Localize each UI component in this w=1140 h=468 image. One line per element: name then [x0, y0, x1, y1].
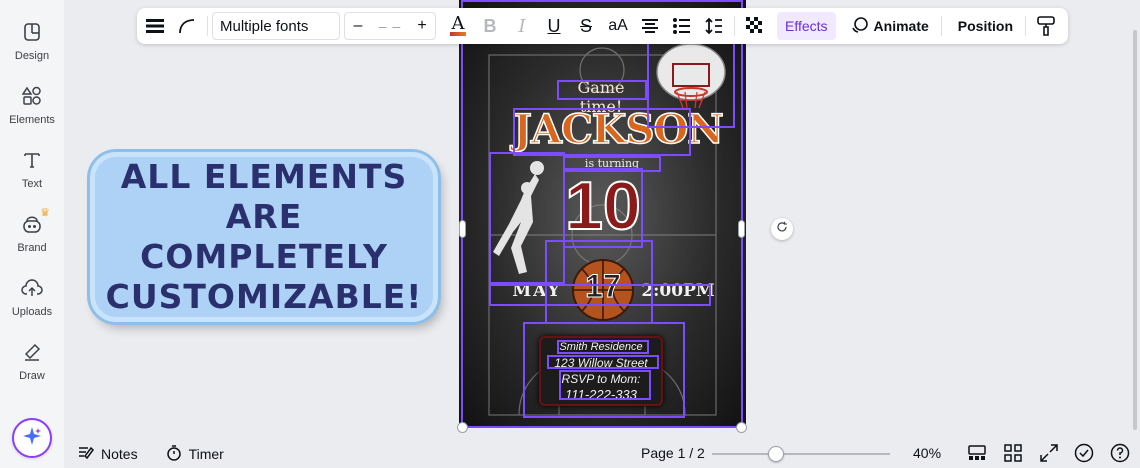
align-center-icon[interactable]: [634, 10, 666, 42]
left-sidebar: Design Elements Text ♛ Brand Uploads Dra…: [0, 0, 64, 468]
font-size-increase-button[interactable]: +: [409, 17, 435, 35]
sidebar-item-uploads[interactable]: Uploads: [0, 276, 64, 318]
bottom-bar: Notes Timer Page 1 / 2 40%: [64, 440, 1140, 468]
line-spacing-icon[interactable]: [698, 10, 730, 42]
font-size-decrease-button[interactable]: –: [345, 17, 371, 35]
timer-icon: [166, 444, 182, 464]
sidebar-item-elements[interactable]: Elements: [0, 84, 64, 126]
letter-case-icon[interactable]: aA: [602, 10, 634, 42]
copy-style-icon[interactable]: [1030, 10, 1062, 42]
sidebar-item-label: Draw: [19, 370, 45, 382]
rotate-button[interactable]: [771, 218, 793, 240]
fullscreen-icon[interactable]: [1040, 444, 1058, 465]
elements-icon: [20, 84, 44, 108]
curve-icon[interactable]: [171, 10, 203, 42]
customizable-callout: ALL ELEMENTS ARE COMPLETELY CUSTOMIZABLE…: [90, 152, 438, 322]
timer-button[interactable]: Timer: [166, 444, 224, 464]
sparkle-icon: [22, 426, 42, 451]
sidebar-item-brand[interactable]: ♛ Brand: [0, 207, 64, 254]
sidebar-item-label: Uploads: [11, 306, 53, 318]
notes-label: Notes: [101, 446, 138, 462]
bold-icon[interactable]: B: [474, 10, 506, 42]
notes-icon: [78, 446, 94, 463]
check-icon[interactable]: [1074, 443, 1094, 466]
sidebar-item-label: Elements: [9, 114, 55, 126]
zoom-slider[interactable]: [712, 446, 890, 462]
design-page[interactable]: Game time! JACKSON is turning 10 MAY 17 …: [459, 0, 746, 428]
strikethrough-icon[interactable]: S: [570, 10, 602, 42]
underline-icon[interactable]: U: [538, 10, 570, 42]
sidebar-item-design[interactable]: Design: [0, 20, 64, 62]
callout-text: ALL ELEMENTS ARE COMPLETELY CUSTOMIZABLE…: [105, 157, 423, 316]
help-icon[interactable]: [1110, 443, 1130, 466]
uploads-icon: [20, 276, 44, 300]
pages-view-icon[interactable]: [968, 444, 986, 465]
selection-outline: [545, 240, 653, 324]
toolbar-divider: [940, 16, 942, 36]
animate-label: Animate: [873, 18, 929, 34]
vertical-scrollbar[interactable]: [1130, 30, 1140, 430]
zoom-slider-handle[interactable]: [768, 446, 784, 462]
text-toolbar: Multiple fonts – – – + A B I U S aA Effe…: [137, 8, 1068, 44]
sidebar-item-label: Design: [14, 50, 50, 62]
draw-icon: [20, 340, 44, 364]
grid-view-icon[interactable]: [1004, 444, 1022, 465]
sidebar-item-draw[interactable]: Draw: [0, 340, 64, 382]
selection-outline: [559, 370, 651, 400]
selection-outline: [557, 80, 647, 100]
menu-icon[interactable]: [139, 10, 171, 42]
animate-icon: [850, 16, 868, 37]
selection-outline: [563, 168, 643, 248]
magic-assistant-button[interactable]: [12, 418, 52, 458]
font-size-stepper: – – – +: [344, 12, 436, 40]
resize-handle-left[interactable]: [459, 220, 466, 238]
zoom-level[interactable]: 40%: [913, 445, 941, 461]
selection-outline: [513, 108, 691, 156]
resize-handle-bottom-left[interactable]: [457, 422, 468, 433]
design-icon: [20, 20, 44, 44]
transparency-icon[interactable]: [739, 10, 771, 42]
toolbar-divider: [734, 16, 735, 36]
selection-outline: [557, 340, 649, 354]
rotate-icon: [776, 220, 788, 238]
selection-outline: [547, 355, 659, 369]
timer-label: Timer: [188, 446, 224, 462]
crown-icon: ♛: [40, 207, 50, 219]
notes-button[interactable]: Notes: [78, 446, 138, 463]
selection-outline: [489, 284, 711, 306]
toolbar-divider: [207, 16, 208, 36]
page-indicator[interactable]: Page 1 / 2: [641, 445, 705, 461]
font-selector[interactable]: Multiple fonts: [212, 12, 340, 40]
resize-handle-right[interactable]: [738, 220, 745, 238]
effects-button[interactable]: Effects: [777, 12, 836, 40]
brand-icon: ♛: [20, 207, 50, 236]
sidebar-item-label: Text: [21, 178, 43, 190]
bullet-list-icon[interactable]: [666, 10, 698, 42]
resize-handle-bottom-right[interactable]: [736, 422, 747, 433]
font-name: Multiple fonts: [220, 17, 309, 35]
animate-button[interactable]: Animate: [842, 12, 937, 40]
position-button[interactable]: Position: [950, 12, 1021, 40]
sidebar-item-label: Brand: [17, 242, 47, 254]
italic-icon[interactable]: I: [506, 10, 538, 42]
toolbar-divider: [1025, 16, 1027, 36]
font-size-input[interactable]: – –: [371, 18, 409, 34]
text-icon: [20, 148, 44, 172]
text-color-icon[interactable]: A: [442, 10, 474, 42]
sidebar-item-text[interactable]: Text: [0, 148, 64, 190]
